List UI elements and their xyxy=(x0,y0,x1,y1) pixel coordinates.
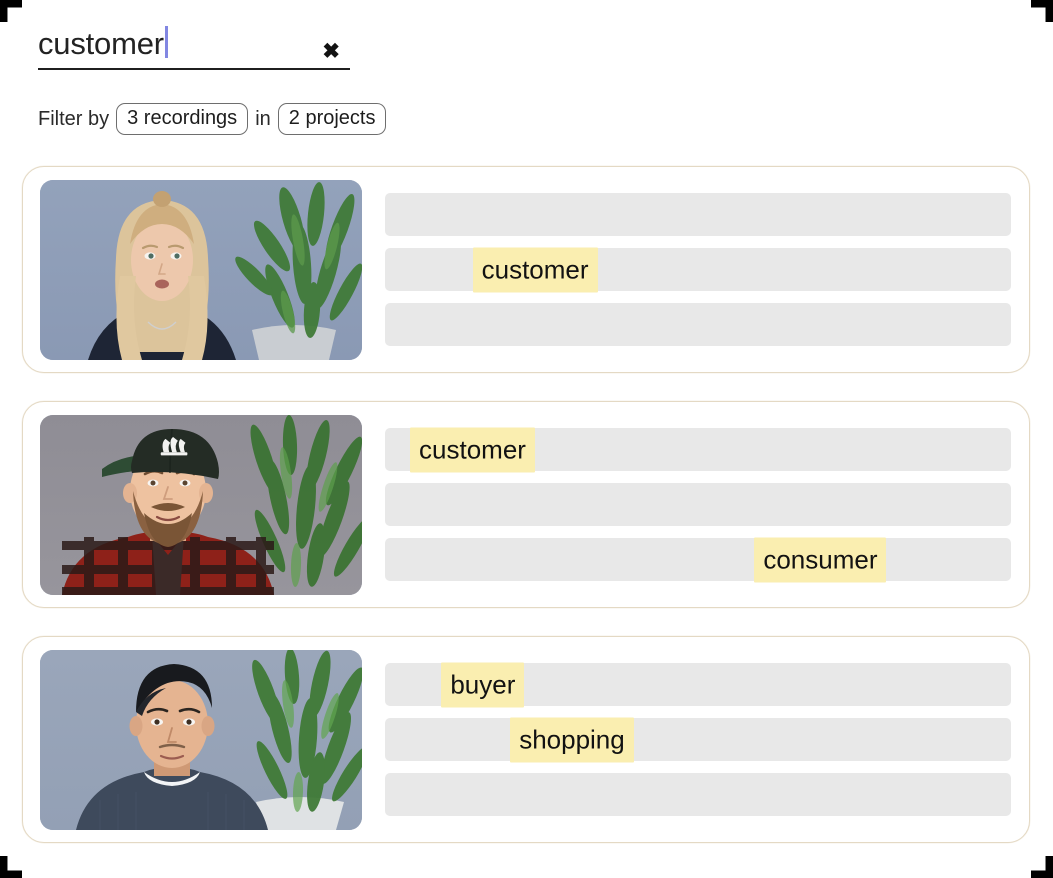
transcript-lines: customer xyxy=(385,193,1011,346)
match-highlight: customer xyxy=(472,247,598,292)
match-highlight: customer xyxy=(410,427,535,472)
recording-thumbnail-bearded-man-cap[interactable] xyxy=(40,414,362,595)
search-field[interactable]: customer ✖ xyxy=(38,22,350,70)
filter-bar: Filter by 3 recordings in 2 projects xyxy=(38,103,387,135)
search-result-card[interactable]: buyer shopping xyxy=(22,636,1030,843)
transcript-line[interactable] xyxy=(385,483,1011,526)
transcript-line[interactable]: buyer xyxy=(385,662,1011,707)
filter-chip-recordings[interactable]: 3 recordings xyxy=(116,103,249,135)
transcript-line[interactable]: consumer xyxy=(385,537,1011,582)
transcript-line[interactable] xyxy=(385,303,1011,346)
crop-mark-top-right xyxy=(1031,0,1053,22)
text-caret xyxy=(164,26,168,58)
recording-thumbnail-dark-haired-man[interactable] xyxy=(40,649,362,830)
search-input-row[interactable]: customer ✖ xyxy=(38,22,350,70)
crop-mark-bottom-left xyxy=(0,856,22,878)
match-highlight: buyer xyxy=(441,662,525,707)
crop-mark-bottom-right xyxy=(1031,856,1053,878)
transcript-line[interactable]: shopping xyxy=(385,717,1011,762)
search-results-list: customer customer consumer buyer shoppin… xyxy=(22,166,1030,871)
transcript-line[interactable]: customer xyxy=(385,427,1011,472)
search-result-card[interactable]: customer xyxy=(22,166,1030,373)
filter-prefix-label: Filter by xyxy=(38,107,110,130)
match-highlight: shopping xyxy=(510,717,634,762)
filter-chip-projects[interactable]: 2 projects xyxy=(277,103,387,135)
filter-joiner-label: in xyxy=(255,107,271,130)
transcript-lines: buyer shopping xyxy=(385,662,1011,816)
transcript-line[interactable] xyxy=(385,773,1011,816)
search-result-card[interactable]: customer consumer xyxy=(22,401,1030,608)
clear-search-icon[interactable]: ✖ xyxy=(322,41,340,62)
transcript-line[interactable] xyxy=(385,193,1011,236)
recording-thumbnail-blonde-woman[interactable] xyxy=(40,179,362,360)
transcript-line[interactable]: customer xyxy=(385,247,1011,292)
search-input-value[interactable]: customer xyxy=(38,28,164,59)
crop-mark-top-left xyxy=(0,0,22,22)
transcript-lines: customer consumer xyxy=(385,427,1011,582)
match-highlight: consumer xyxy=(754,537,887,582)
